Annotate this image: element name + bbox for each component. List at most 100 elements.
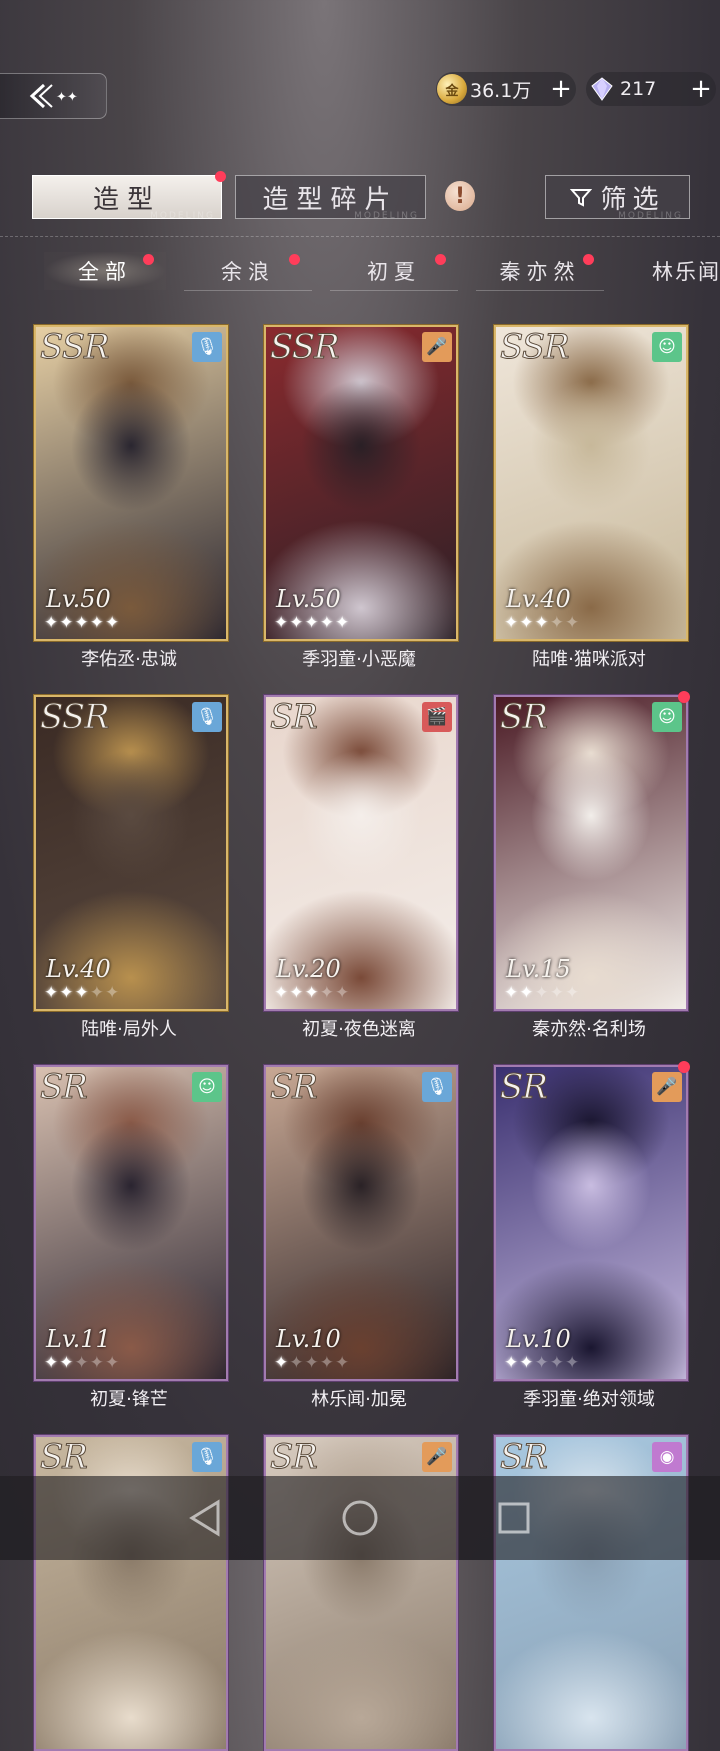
- back-button[interactable]: ✦✦: [0, 73, 107, 119]
- rarity-badge: SR: [270, 1067, 319, 1108]
- rarity-badge: SR: [500, 1437, 549, 1478]
- mic-icon: 🎙: [422, 1072, 452, 1102]
- notification-dot: [143, 254, 154, 265]
- tab-model-label: 造型: [92, 184, 161, 215]
- nav-recents-icon[interactable]: [496, 1498, 532, 1538]
- star-icon: ✦: [519, 983, 535, 1003]
- gem-amount: 217: [620, 78, 657, 100]
- star-icon: ✦: [504, 983, 520, 1003]
- star-icon: ✦: [44, 613, 60, 633]
- card-level: Lv.10: [276, 1325, 341, 1353]
- character-card[interactable]: SSR ☺ Lv.40 ✦✦✦✦✦: [494, 325, 688, 641]
- mic-icon: 🎙: [192, 1442, 222, 1472]
- notification-dot: [678, 1061, 690, 1073]
- system-nav-bar: [0, 1476, 720, 1560]
- char-filter-label: 初夏: [367, 260, 421, 284]
- star-rating: ✦✦✦✦✦: [504, 1353, 580, 1373]
- star-icon: ✦: [59, 983, 75, 1003]
- warning-icon[interactable]: !: [445, 181, 475, 211]
- nav-back-icon[interactable]: [188, 1498, 224, 1538]
- rarity-badge: SR: [40, 1437, 89, 1478]
- add-gem-button[interactable]: +: [686, 74, 716, 104]
- character-card[interactable]: SR ☺ Lv.11 ✦✦✦✦✦: [34, 1065, 228, 1381]
- star-icon: ✦: [44, 1353, 60, 1373]
- star-icon: ✦: [105, 1353, 121, 1373]
- char-filter-all[interactable]: 全部: [44, 252, 166, 290]
- star-icon: ✦: [504, 1353, 520, 1373]
- character-card[interactable]: SR 🎬 Lv.20 ✦✦✦✦✦: [264, 695, 458, 1011]
- card-level: Lv.11: [46, 1325, 111, 1353]
- tab-fragment[interactable]: 造型碎片 MODELING: [235, 175, 426, 221]
- star-rating: ✦✦✦✦✦: [44, 1353, 120, 1373]
- character-card[interactable]: SR 🎙 Lv.10 ✦✦✦✦✦: [264, 1065, 458, 1381]
- card-level: Lv.20: [276, 955, 341, 983]
- filter-label: 筛选: [600, 184, 665, 215]
- card-level: Lv.50: [276, 585, 341, 613]
- character-card[interactable]: SR ☺ Lv.15 ✦✦✦✦✦: [494, 695, 688, 1011]
- rarity-badge: SSR: [500, 327, 571, 368]
- card-name: 初夏·锋芒: [90, 1389, 168, 1410]
- back-arrow-icon: ✦✦: [29, 83, 78, 109]
- smile-icon: ☺: [652, 702, 682, 732]
- star-icon: ✦: [59, 613, 75, 633]
- notification-dot: [583, 254, 594, 265]
- star-rating: ✦✦✦✦✦: [274, 983, 350, 1003]
- char-filter-qinyiran[interactable]: 秦亦然: [476, 252, 604, 291]
- star-icon: ✦: [89, 613, 105, 633]
- filter-button[interactable]: 筛选 MODELING: [545, 175, 690, 221]
- star-icon: ✦: [289, 983, 305, 1003]
- tab-model[interactable]: 造型 MODELING: [32, 171, 226, 221]
- rarity-badge: SSR: [40, 697, 111, 738]
- star-icon: ✦: [519, 613, 535, 633]
- char-filter-chuxia[interactable]: 初夏: [330, 252, 458, 291]
- divider: [0, 236, 720, 237]
- rarity-badge: SSR: [270, 327, 341, 368]
- notification-dot: [435, 254, 446, 265]
- char-filter-label: 秦亦然: [499, 260, 581, 284]
- star-icon: ✦: [74, 1353, 90, 1373]
- star-icon: ✦: [565, 983, 581, 1003]
- character-card[interactable]: SSR 🎙 Lv.40 ✦✦✦✦✦: [34, 695, 228, 1011]
- star-icon: ✦: [274, 613, 290, 633]
- card-name: 季羽童·绝对领域: [523, 1389, 655, 1410]
- nav-home-icon[interactable]: [340, 1498, 380, 1538]
- star-icon: ✦: [89, 983, 105, 1003]
- add-gold-button[interactable]: +: [546, 74, 576, 104]
- star-icon: ✦: [335, 1353, 351, 1373]
- rarity-badge: SR: [500, 697, 549, 738]
- star-icon: ✦: [549, 983, 565, 1003]
- character-card[interactable]: SR 🎤 Lv.10 ✦✦✦✦✦: [494, 1065, 688, 1381]
- mic-icon: 🎙: [192, 332, 222, 362]
- notification-dot: [678, 691, 690, 703]
- star-icon: ✦: [319, 1353, 335, 1373]
- char-filter-label: 林乐闻: [652, 260, 720, 284]
- tab-filter-sub: MODELING: [618, 211, 683, 221]
- char-filter-label: 全部: [78, 260, 132, 284]
- gold-currency: 金 36.1万 +: [436, 72, 576, 106]
- microphone-handheld-icon: 🎤: [422, 332, 452, 362]
- star-rating: ✦✦✦✦✦: [44, 983, 120, 1003]
- clapperboard-icon: 🎬: [422, 702, 452, 732]
- card-name: 陆唯·猫咪派对: [532, 649, 646, 670]
- star-icon: ✦: [335, 613, 351, 633]
- card-name: 林乐闻·加冕: [311, 1389, 407, 1410]
- gold-amount: 36.1万: [470, 79, 532, 102]
- star-icon: ✦: [74, 613, 90, 633]
- char-filter-linlewen[interactable]: 林乐闻: [622, 252, 720, 290]
- star-rating: ✦✦✦✦✦: [274, 613, 350, 633]
- star-icon: ✦: [274, 1353, 290, 1373]
- gem-currency: 217 +: [586, 72, 716, 106]
- star-rating: ✦✦✦✦✦: [504, 613, 580, 633]
- char-filter-yulang[interactable]: 余浪: [184, 252, 312, 291]
- star-icon: ✦: [304, 983, 320, 1003]
- smile-icon: ☺: [652, 332, 682, 362]
- character-card[interactable]: SSR 🎤 Lv.50 ✦✦✦✦✦: [264, 325, 458, 641]
- card-name: 季羽童·小恶魔: [302, 649, 416, 670]
- rarity-badge: SSR: [40, 327, 111, 368]
- microphone-handheld-icon: 🎤: [422, 1442, 452, 1472]
- card-level: Lv.50: [46, 585, 111, 613]
- character-card[interactable]: SSR 🎙 Lv.50 ✦✦✦✦✦: [34, 325, 228, 641]
- star-icon: ✦: [549, 1353, 565, 1373]
- star-icon: ✦: [319, 983, 335, 1003]
- star-icon: ✦: [289, 1353, 305, 1373]
